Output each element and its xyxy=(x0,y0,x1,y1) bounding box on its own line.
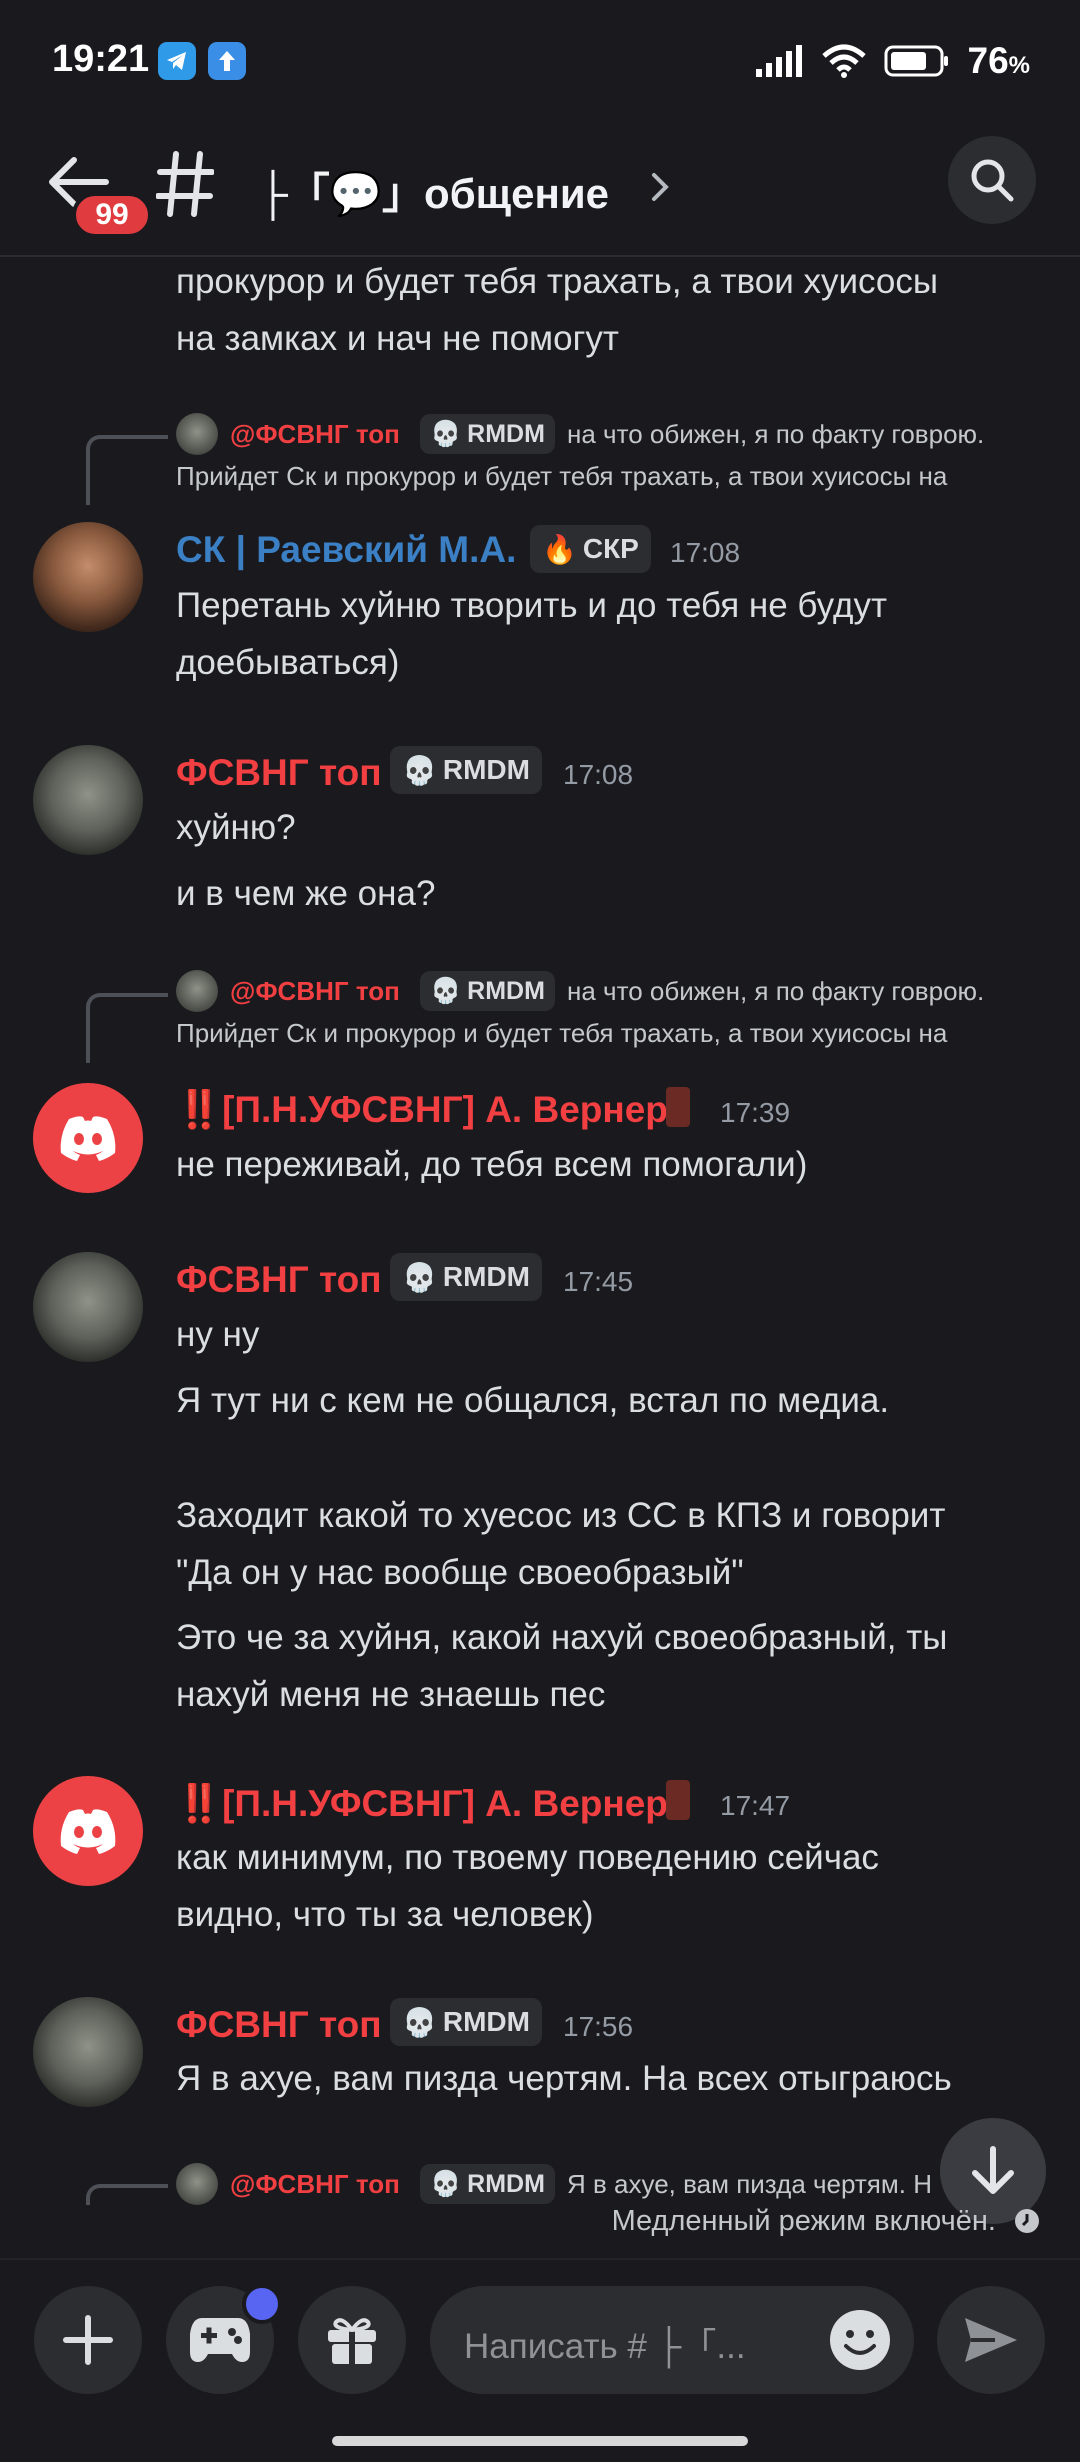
plus-icon xyxy=(63,2315,113,2365)
message-text: и в чем же она? xyxy=(176,874,436,913)
role-icon xyxy=(666,1780,690,1820)
message-text: нахуй меня не знаешь пес xyxy=(176,1675,606,1714)
avatar[interactable] xyxy=(33,1083,143,1193)
message-text: прокурор и будет тебя трахать, а твои ху… xyxy=(176,262,939,301)
reply-username[interactable]: @ФСВНГ топ xyxy=(230,976,400,1007)
search-button[interactable] xyxy=(948,136,1036,224)
reply-avatar xyxy=(176,413,218,455)
message-list[interactable]: прокурор и будет тебя трахать, а твои ху… xyxy=(0,257,1080,2205)
message-text: как минимум, по твоему поведению сейчас xyxy=(176,1838,879,1877)
timestamp: 17:56 xyxy=(563,2011,634,2042)
message-text: Я тут ни с кем не общался, встал по меди… xyxy=(176,1381,890,1420)
timestamp: 17:47 xyxy=(720,1790,791,1821)
channel-title[interactable]: ├「💬」общение xyxy=(258,160,609,221)
battery-icon xyxy=(884,45,948,77)
role-tag: 💀 RMDM xyxy=(420,2164,555,2204)
timestamp: 17:45 xyxy=(563,1266,634,1297)
message-text: Это че за хуйня, какой нахуй своеобразны… xyxy=(176,1618,948,1657)
reply-connector xyxy=(86,435,168,505)
role-icon xyxy=(666,1087,690,1127)
reply-username[interactable]: @ФСВНГ топ xyxy=(230,419,400,450)
username[interactable]: СК | Раевский М.А. xyxy=(176,529,516,571)
reply-text[interactable]: Прийдет Ск и прокурор и будет тебя траха… xyxy=(176,1018,1036,1049)
skull-icon: 💀 xyxy=(430,976,462,1005)
message-text: хуйню? xyxy=(176,808,296,847)
role-tag: 💀 RMDM xyxy=(390,1253,542,1301)
telegram-icon xyxy=(158,42,196,80)
skull-icon: 💀 xyxy=(402,1261,437,1293)
status-bar: 19:21 76% xyxy=(0,0,1080,130)
username[interactable]: ФСВНГ топ xyxy=(176,2004,382,2046)
slowmode-notice: Медленный режим включён. xyxy=(0,2205,1040,2238)
message-input[interactable]: Написать # ├「... xyxy=(430,2286,914,2394)
flame-icon: 🔥 xyxy=(542,533,577,565)
send-icon xyxy=(965,2318,1017,2362)
timestamp: 17:08 xyxy=(670,537,741,568)
arrow-down-icon xyxy=(972,2146,1014,2194)
reply-connector xyxy=(86,993,168,1063)
message-input-placeholder: Написать # ├「... xyxy=(464,2327,746,2366)
reply-text[interactable]: Я в ахуе, вам пизда чертям. Н xyxy=(567,2169,967,2200)
reply-avatar xyxy=(176,2163,218,2205)
upload-arrow-icon xyxy=(208,42,246,80)
avatar[interactable] xyxy=(33,1997,143,2107)
skull-icon: 💀 xyxy=(402,754,437,786)
message-text: доебываться) xyxy=(176,643,400,682)
reply-avatar xyxy=(176,970,218,1012)
message-composer: Написать # ├「... xyxy=(0,2258,1080,2462)
gamepad-icon xyxy=(190,2318,250,2362)
reply-text[interactable]: на что обижен, я по факту говрою. xyxy=(567,419,1037,450)
message-text: на замках и нач не помогут xyxy=(176,319,619,358)
skull-icon: 💀 xyxy=(402,2006,437,2038)
reply-text[interactable]: на что обижен, я по факту говрою. xyxy=(567,976,1037,1007)
message-text: Заходит какой то хуесос из СС в КПЗ и го… xyxy=(176,1496,946,1535)
reply-connector xyxy=(86,2184,168,2205)
discord-logo-icon xyxy=(60,1116,116,1161)
hash-icon xyxy=(156,151,214,217)
chevron-right-icon[interactable] xyxy=(650,172,670,202)
username[interactable]: ‼️[П.Н.УФСВНГ] А. Вернер xyxy=(176,1783,668,1826)
home-indicator[interactable] xyxy=(332,2436,748,2446)
gift-button[interactable] xyxy=(298,2286,406,2394)
activity-notification-dot xyxy=(242,2284,282,2324)
message-text: "Да он у нас вообще своеобразый" xyxy=(176,1553,744,1592)
wifi-icon xyxy=(821,44,866,78)
message-text: Перетань хуйню творить и до тебя не буду… xyxy=(176,586,887,625)
reply-username[interactable]: @ФСВНГ топ xyxy=(230,2169,400,2200)
channel-header: 99 ├「💬」общение xyxy=(0,130,1080,257)
emoji-icon[interactable] xyxy=(828,2308,892,2372)
message-text: ну ну xyxy=(176,1315,260,1354)
send-button[interactable] xyxy=(937,2286,1045,2394)
skull-icon: 💀 xyxy=(430,2169,462,2198)
signal-icon xyxy=(755,45,802,77)
message-text: видно, что ты за человек) xyxy=(176,1895,594,1934)
gift-icon xyxy=(328,2318,376,2364)
message-text: не переживай, до тебя всем помогали) xyxy=(176,1145,808,1184)
discord-logo-icon xyxy=(60,1809,116,1854)
avatar[interactable] xyxy=(33,522,143,632)
username[interactable]: ФСВНГ топ xyxy=(176,752,382,794)
status-right: 76% xyxy=(755,40,1031,82)
avatar[interactable] xyxy=(33,1252,143,1362)
battery-percent: 76% xyxy=(967,40,1031,81)
timestamp: 17:39 xyxy=(720,1097,791,1128)
username[interactable]: ФСВНГ топ xyxy=(176,1259,382,1301)
avatar[interactable] xyxy=(33,745,143,855)
search-icon xyxy=(971,159,1014,202)
status-time: 19:21 xyxy=(52,38,150,80)
username[interactable]: ‼️[П.Н.УФСВНГ] А. Вернер xyxy=(176,1089,668,1132)
unread-badge: 99 xyxy=(72,192,152,238)
role-tag: 💀 RMDM xyxy=(390,1998,542,2046)
add-attachment-button[interactable] xyxy=(34,2286,142,2394)
role-tag: 💀 RMDM xyxy=(420,414,555,454)
skull-icon: 💀 xyxy=(430,419,462,448)
message-text: Я в ахуе, вам пизда чертям. На всех отыг… xyxy=(176,2059,952,2098)
clock-icon xyxy=(1015,2209,1039,2233)
timestamp: 17:08 xyxy=(563,759,634,790)
reply-text[interactable]: Прийдет Ск и прокурор и будет тебя траха… xyxy=(176,461,1036,492)
role-tag: 💀 RMDM xyxy=(420,971,555,1011)
role-tag: 💀 RMDM xyxy=(390,746,542,794)
avatar[interactable] xyxy=(33,1776,143,1886)
role-tag: 🔥 СКР xyxy=(530,525,651,573)
